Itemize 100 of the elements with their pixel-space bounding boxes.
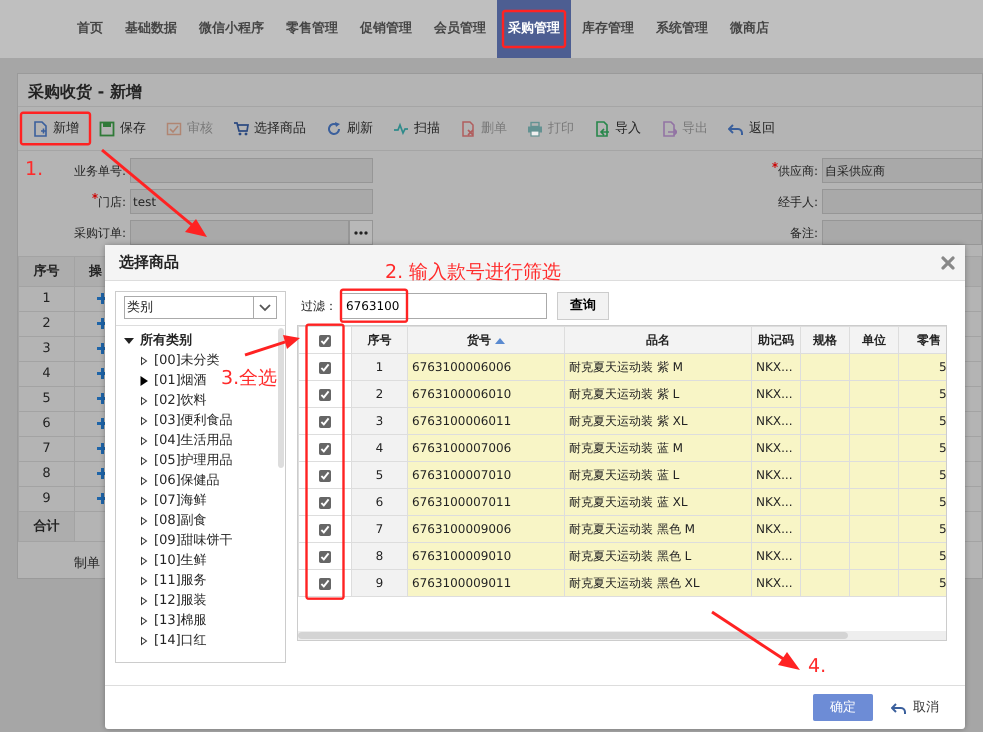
tree-node[interactable]: [03]便利食品 [139, 411, 233, 432]
tree-node[interactable]: [01]烟酒 [139, 371, 207, 392]
toolbar-button[interactable]: 导入 [584, 114, 651, 142]
nav-tab[interactable]: 首页 [66, 0, 114, 58]
nav-tab[interactable]: 零售管理 [275, 0, 349, 58]
row-number: 7 [352, 516, 408, 543]
tree-node[interactable]: [12]服装 [139, 591, 207, 612]
tree-node[interactable]: [07]海鲜 [139, 491, 207, 512]
input-field[interactable] [822, 189, 982, 214]
input-field[interactable] [130, 220, 349, 245]
column-header-cell[interactable]: 单位 [850, 326, 898, 354]
row-checkbox[interactable] [319, 416, 331, 428]
caret-right-icon[interactable] [139, 376, 149, 386]
column-header-cell[interactable]: 货号 [408, 326, 564, 354]
close-icon[interactable] [941, 256, 955, 270]
tree-node[interactable]: [13]棉服 [139, 611, 207, 632]
column-header-cell[interactable]: 品名 [564, 326, 752, 354]
plus-icon[interactable] [97, 493, 108, 504]
input-field[interactable]: test [130, 189, 373, 214]
plus-icon[interactable] [97, 468, 108, 480]
plus-icon[interactable] [97, 343, 108, 354]
toolbar-button[interactable]: 新增 [22, 114, 89, 142]
tree-node[interactable]: [10]生鲜 [139, 551, 207, 572]
caret-right-icon[interactable] [139, 576, 149, 586]
tree-node[interactable]: [05]护理用品 [139, 451, 233, 472]
input-field[interactable] [130, 158, 373, 183]
nav-tab[interactable]: 微信小程序 [188, 0, 275, 58]
caret-down-icon[interactable] [124, 336, 134, 346]
scrollbar-thumb[interactable] [298, 632, 848, 640]
tree-node[interactable]: [04]生活用品 [139, 431, 233, 452]
row-checkbox[interactable] [319, 388, 331, 401]
input-field[interactable]: 自采供应商 [822, 158, 982, 183]
caret-right-icon[interactable] [139, 356, 149, 366]
tree-node[interactable]: [14]口红 [139, 631, 207, 652]
category-select[interactable]: 类别 [124, 296, 277, 320]
caret-right-icon[interactable] [139, 456, 149, 466]
toolbar-button[interactable]: 返回 [718, 114, 785, 142]
column-header-cell[interactable]: 助记码 [752, 326, 800, 354]
caret-right-icon[interactable] [139, 516, 149, 526]
column-header[interactable]: 助记码 [758, 333, 794, 348]
column-header[interactable]: 货号 [467, 333, 491, 348]
caret-right-icon[interactable] [139, 396, 149, 406]
nav-tab[interactable]: 微商店 [719, 0, 780, 58]
nav-tab[interactable]: 库存管理 [571, 0, 645, 58]
tree-node[interactable]: [08]副食 [139, 511, 207, 532]
tree-node[interactable]: [09]甜味饼干 [139, 531, 233, 552]
caret-right-icon[interactable] [139, 476, 149, 486]
table-cell: 6763100006010 [408, 380, 564, 408]
nav-tab[interactable]: 会员管理 [423, 0, 497, 58]
cancel-button[interactable]: 取消 [891, 698, 939, 718]
row-checkbox[interactable] [319, 524, 331, 536]
plus-icon[interactable] [97, 393, 108, 404]
tree-node[interactable]: [11]服务 [139, 571, 207, 592]
column-header[interactable]: 零售 [917, 333, 941, 348]
caret-right-icon[interactable] [139, 636, 149, 646]
plus-icon[interactable] [97, 318, 108, 330]
caret-right-icon[interactable] [139, 496, 149, 506]
table-cell: 5 [939, 576, 946, 590]
caret-right-icon[interactable] [139, 616, 149, 626]
nav-tab[interactable]: 采购管理 [497, 0, 571, 58]
table-cell: NKX... [752, 354, 800, 381]
column-header[interactable]: 序号 [368, 333, 392, 348]
row-checkbox[interactable] [319, 470, 331, 482]
column-header[interactable]: 品名 [646, 333, 670, 348]
tree-node[interactable]: 所有类别 [124, 331, 192, 352]
column-header[interactable]: 规格 [813, 333, 837, 348]
column-header-cell[interactable]: 零售 [898, 326, 946, 354]
input-field[interactable] [822, 220, 982, 245]
plus-icon[interactable] [97, 293, 108, 304]
row-checkbox[interactable] [319, 442, 331, 455]
caret-right-icon[interactable] [139, 436, 149, 446]
tree-node[interactable]: [00]未分类 [139, 351, 220, 372]
toolbar-button[interactable]: 扫描 [383, 114, 450, 142]
caret-right-icon[interactable] [139, 536, 149, 546]
tree-node[interactable]: [02]饮料 [139, 391, 207, 412]
caret-right-icon[interactable] [139, 556, 149, 566]
column-header-cell[interactable]: 序号 [352, 326, 408, 354]
tree-node[interactable]: [06]保健品 [139, 471, 220, 492]
row-checkbox[interactable] [319, 550, 331, 563]
caret-right-icon[interactable] [139, 596, 149, 606]
plus-icon[interactable] [97, 368, 108, 380]
row-checkbox[interactable] [319, 578, 331, 590]
column-header-cell[interactable]: 规格 [800, 326, 850, 354]
toolbar-button[interactable]: 保存 [89, 114, 156, 142]
nav-tab[interactable]: 系统管理 [645, 0, 719, 58]
column-header[interactable]: 单位 [862, 333, 886, 348]
nav-tab[interactable]: 基础数据 [114, 0, 188, 58]
toolbar-button[interactable]: 选择商品 [223, 114, 316, 142]
plus-icon[interactable] [97, 443, 108, 454]
select-all-checkbox[interactable] [319, 334, 331, 347]
picker-button[interactable] [349, 220, 373, 245]
scrollbar-thumb[interactable] [278, 328, 284, 468]
filter-input[interactable]: 6763100 [341, 292, 547, 319]
row-checkbox[interactable] [319, 496, 331, 509]
toolbar-button[interactable]: 刷新 [316, 114, 383, 142]
plus-icon[interactable] [97, 418, 108, 430]
row-checkbox[interactable] [319, 362, 331, 374]
nav-tab[interactable]: 促销管理 [349, 0, 423, 58]
caret-right-icon[interactable] [139, 416, 149, 426]
query-button[interactable]: 查询 [557, 292, 609, 320]
